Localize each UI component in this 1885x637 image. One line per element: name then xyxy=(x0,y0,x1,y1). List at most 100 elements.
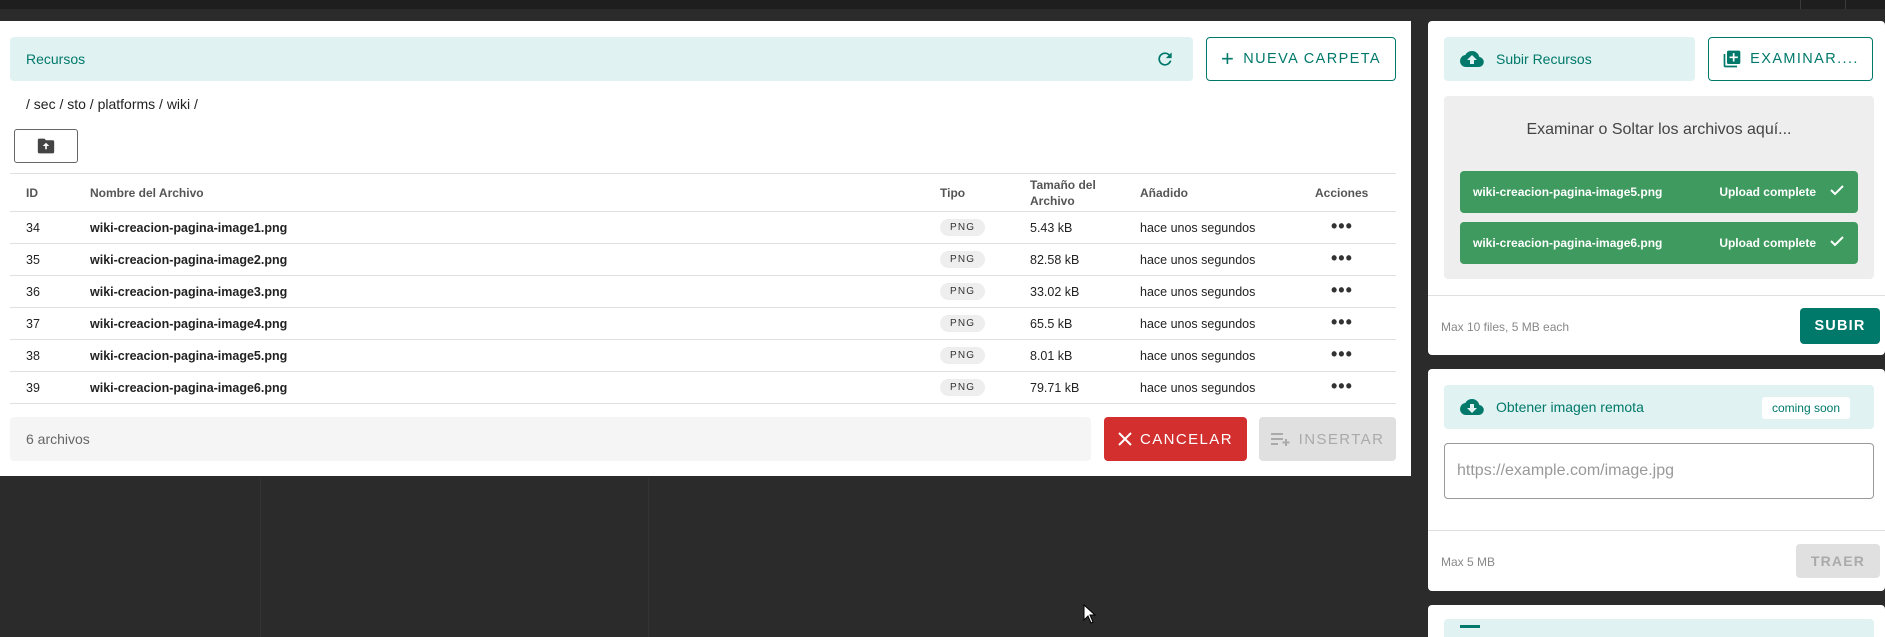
row-type-cell: PNG xyxy=(940,371,1030,404)
row-size: 82.58 kB xyxy=(1030,243,1140,276)
new-folder-button[interactable]: + NUEVA CARPETA xyxy=(1206,37,1396,81)
remote-url-input[interactable] xyxy=(1444,443,1874,499)
browse-button[interactable]: EXAMINAR.... xyxy=(1708,37,1873,81)
files-table: ID Nombre del Archivo Tipo Tamaño del Ar… xyxy=(10,173,1396,404)
row-actions-cell: ••• xyxy=(1315,307,1396,340)
coming-soon-badge: coming soon xyxy=(1761,397,1850,419)
table-row[interactable]: 36 wiki-creacion-pagina-image3.png PNG 3… xyxy=(10,275,1396,308)
row-type-cell: PNG xyxy=(940,275,1030,308)
row-id: 35 xyxy=(10,243,90,276)
row-id: 36 xyxy=(10,275,90,308)
remote-header: Obtener imagen remota coming soon xyxy=(1444,385,1874,429)
row-filename: wiki-creacion-pagina-image6.png xyxy=(90,371,940,404)
table-row[interactable]: 34 wiki-creacion-pagina-image1.png PNG 5… xyxy=(10,211,1396,244)
parent-folder-button[interactable] xyxy=(14,129,78,163)
row-id: 34 xyxy=(10,211,90,244)
col-id-header[interactable]: ID xyxy=(10,173,90,212)
row-id: 39 xyxy=(10,371,90,404)
more-actions-icon[interactable]: ••• xyxy=(1331,248,1353,268)
submit-upload-button[interactable]: SUBIR xyxy=(1800,308,1880,344)
row-size: 8.01 kB xyxy=(1030,339,1140,372)
row-filename: wiki-creacion-pagina-image5.png xyxy=(90,339,940,372)
row-actions-cell: ••• xyxy=(1315,243,1396,276)
insert-button[interactable]: INSERTAR xyxy=(1259,417,1396,461)
add-to-photos-icon xyxy=(1723,50,1741,68)
col-type-header[interactable]: Tipo xyxy=(940,173,1030,212)
col-actions-header: Acciones xyxy=(1315,173,1396,212)
list-icon xyxy=(1460,625,1480,628)
upload-card: Subir Recursos EXAMINAR.... Examinar o S… xyxy=(1428,21,1885,355)
uploaded-file-item: wiki-creacion-pagina-image5.png Upload c… xyxy=(1460,171,1858,213)
more-actions-icon[interactable]: ••• xyxy=(1331,216,1353,236)
more-actions-icon[interactable]: ••• xyxy=(1331,344,1353,364)
uploaded-file-name: wiki-creacion-pagina-image6.png xyxy=(1473,236,1663,250)
next-card-header xyxy=(1444,619,1874,637)
new-folder-label: NUEVA CARPETA xyxy=(1243,51,1381,67)
cloud-upload-icon xyxy=(1460,48,1484,75)
row-filename: wiki-creacion-pagina-image1.png xyxy=(90,211,940,244)
insert-label: INSERTAR xyxy=(1298,430,1385,448)
check-icon xyxy=(1830,234,1844,251)
mouse-cursor-icon xyxy=(1083,603,1097,629)
table-row[interactable]: 35 wiki-creacion-pagina-image2.png PNG 8… xyxy=(10,243,1396,276)
background-divider xyxy=(260,478,261,637)
type-badge: PNG xyxy=(940,251,986,268)
remote-title: Obtener imagen remota xyxy=(1496,399,1644,415)
row-actions-cell: ••• xyxy=(1315,371,1396,404)
col-size-header-label: Tamaño del Archivo xyxy=(1030,177,1096,208)
row-actions-cell: ••• xyxy=(1315,211,1396,244)
row-size: 5.43 kB xyxy=(1030,211,1140,244)
cloud-download-icon xyxy=(1460,396,1484,423)
cancel-button[interactable]: CANCELAR xyxy=(1104,417,1247,461)
col-name-header[interactable]: Nombre del Archivo xyxy=(90,173,940,212)
uploaded-file-name: wiki-creacion-pagina-image5.png xyxy=(1473,185,1663,199)
playlist-add-icon xyxy=(1270,433,1290,446)
more-actions-icon[interactable]: ••• xyxy=(1331,280,1353,300)
resources-title: Recursos xyxy=(26,51,86,67)
table-header-row: ID Nombre del Archivo Tipo Tamaño del Ar… xyxy=(10,173,1396,212)
top-bar xyxy=(0,0,1885,9)
top-bar-divider xyxy=(1845,0,1846,9)
table-row[interactable]: 39 wiki-creacion-pagina-image6.png PNG 7… xyxy=(10,371,1396,404)
upload-header: Subir Recursos xyxy=(1444,37,1695,81)
row-actions-cell: ••• xyxy=(1315,339,1396,372)
breadcrumb: / sec / sto / platforms / wiki / xyxy=(26,96,198,112)
refresh-icon[interactable] xyxy=(1155,49,1175,69)
more-actions-icon[interactable]: ••• xyxy=(1331,376,1353,396)
row-size: 79.71 kB xyxy=(1030,371,1140,404)
uploaded-file-item: wiki-creacion-pagina-image6.png Upload c… xyxy=(1460,222,1858,264)
file-browser-panel: Recursos + NUEVA CARPETA / sec / sto / p… xyxy=(0,21,1411,476)
row-type-cell: PNG xyxy=(940,339,1030,372)
row-filename: wiki-creacion-pagina-image2.png xyxy=(90,243,940,276)
type-badge: PNG xyxy=(940,347,986,364)
type-badge: PNG xyxy=(940,379,986,396)
resources-header: Recursos xyxy=(10,37,1193,81)
col-size-header[interactable]: Tamaño del Archivo xyxy=(1030,173,1140,212)
top-bar-divider xyxy=(1800,0,1801,9)
drop-zone[interactable]: Examinar o Soltar los archivos aquí... w… xyxy=(1444,96,1874,279)
folder-up-icon xyxy=(37,138,55,154)
row-id: 38 xyxy=(10,339,90,372)
next-card xyxy=(1428,605,1885,637)
fetch-button[interactable]: TRAER xyxy=(1796,544,1880,578)
row-filename: wiki-creacion-pagina-image3.png xyxy=(90,275,940,308)
type-badge: PNG xyxy=(940,283,986,300)
cancel-label: CANCELAR xyxy=(1140,430,1233,448)
row-filename: wiki-creacion-pagina-image4.png xyxy=(90,307,940,340)
table-row[interactable]: 37 wiki-creacion-pagina-image4.png PNG 6… xyxy=(10,307,1396,340)
row-added: hace unos segundos xyxy=(1140,307,1315,340)
row-id: 37 xyxy=(10,307,90,340)
more-actions-icon[interactable]: ••• xyxy=(1331,312,1353,332)
row-type-cell: PNG xyxy=(940,211,1030,244)
type-badge: PNG xyxy=(940,219,986,236)
upload-status: Upload complete xyxy=(1719,185,1816,199)
table-row[interactable]: 38 wiki-creacion-pagina-image5.png PNG 8… xyxy=(10,339,1396,372)
file-count: 6 archivos xyxy=(10,417,1091,461)
col-added-header[interactable]: Añadido xyxy=(1140,173,1315,212)
close-icon xyxy=(1118,432,1132,446)
type-badge: PNG xyxy=(940,315,986,332)
row-size: 33.02 kB xyxy=(1030,275,1140,308)
row-type-cell: PNG xyxy=(940,243,1030,276)
upload-status: Upload complete xyxy=(1719,236,1816,250)
upload-limit-hint: Max 10 files, 5 MB each xyxy=(1441,320,1570,334)
